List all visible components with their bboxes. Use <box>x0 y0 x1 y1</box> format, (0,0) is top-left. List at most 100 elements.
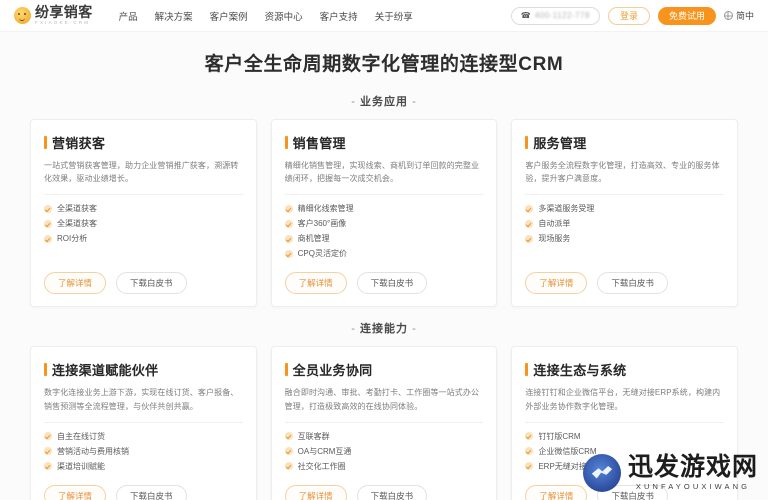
learn-more-button[interactable]: 了解详情 <box>284 272 347 295</box>
check-circle-icon <box>44 432 52 441</box>
card-title-row: 销售管理 <box>284 133 484 152</box>
card-divider <box>44 194 243 196</box>
main-navigation: 产品 解决方案 客户案例 资源中心 客户支持 关于纷享 <box>119 9 413 23</box>
section-title-business: 业务应用 <box>360 96 408 108</box>
free-trial-button[interactable]: 免费试用 <box>657 6 716 25</box>
learn-more-button[interactable]: 了解详情 <box>525 272 588 295</box>
feature-label: OA与CRM互通 <box>297 446 352 456</box>
card-title-text: 连接生态与系统 <box>533 363 627 379</box>
nav-item-cases[interactable]: 客户案例 <box>210 9 248 23</box>
nav-item-products[interactable]: 产品 <box>119 9 138 23</box>
check-circle-icon <box>284 234 293 243</box>
card-description: 数字化连接业务上游下游，实现在线订货、客户报备、销售预测等全流程管理，与伙伴共创… <box>44 388 239 411</box>
feature-label: ROI分析 <box>57 234 88 244</box>
check-circle-icon <box>525 447 534 456</box>
nav-item-solutions[interactable]: 解决方案 <box>155 9 193 23</box>
check-circle-icon <box>525 234 534 243</box>
feature-item: ROI分析 <box>44 233 243 244</box>
check-circle-icon <box>284 432 293 441</box>
card-channel-partners[interactable]: 连接渠道赋能伙伴 数字化连接业务上游下游，实现在线订货、客户报备、销售预测等全流… <box>30 346 257 500</box>
learn-more-button[interactable]: 了解详情 <box>44 484 107 500</box>
feature-label: 自动派单 <box>538 219 571 229</box>
download-whitepaper-button[interactable]: 下载白皮书 <box>597 484 668 500</box>
language-label: 简中 <box>735 11 754 21</box>
card-marketing[interactable]: 营销获客 一站式营销获客管理，助力企业营销推广获客，溯源转化效果，驱动业绩增长。… <box>30 119 257 308</box>
card-actions: 了解详情 下载白皮书 <box>525 259 724 295</box>
download-whitepaper-button[interactable]: 下载白皮书 <box>356 272 428 295</box>
feature-label: 精细化线索管理 <box>297 204 354 214</box>
card-divider <box>284 421 484 423</box>
feature-label: 营销活动与费用核销 <box>57 446 129 456</box>
card-actions: 了解详情 下载白皮书 <box>284 472 484 500</box>
title-accent-bar-icon <box>44 136 47 149</box>
section-heading-business: - 业务应用 - <box>0 93 768 109</box>
download-whitepaper-button[interactable]: 下载白皮书 <box>116 272 187 295</box>
phone-number: 400-1122-778 <box>534 11 590 20</box>
title-accent-bar-icon <box>44 363 47 377</box>
card-title-row: 营销获客 <box>44 133 243 152</box>
nav-item-support[interactable]: 客户支持 <box>320 9 358 23</box>
card-ecosystem[interactable]: 连接生态与系统 连接钉钉和企业微信平台，无缝对接ERP系统，构建内外部业务协作数… <box>511 346 738 500</box>
header-actions: ☎ 400-1122-778 登录 免费试用 简中 <box>510 6 754 25</box>
check-circle-icon <box>525 462 534 471</box>
feature-label: 自主在线订货 <box>57 431 105 441</box>
feature-list: 互联客群 OA与CRM互通 社交化工作圈 <box>284 431 484 472</box>
check-circle-icon <box>284 447 293 456</box>
feature-list: 全渠道获客 全渠道获客 ROI分析 <box>44 203 243 244</box>
check-circle-icon <box>284 204 293 213</box>
feature-item: 自动派单 <box>525 218 724 229</box>
section-dash-right: - <box>412 96 417 108</box>
language-switcher[interactable]: 简中 <box>723 9 754 22</box>
login-button[interactable]: 登录 <box>607 6 650 25</box>
learn-more-button[interactable]: 了解详情 <box>525 484 588 500</box>
feature-item: 渠道培训赋能 <box>44 461 243 472</box>
feature-item: 社交化工作圈 <box>284 461 484 472</box>
section-dash-left: - <box>351 96 356 108</box>
feature-item: 互联客群 <box>284 431 484 442</box>
feature-item: CPQ灵活定价 <box>284 248 484 259</box>
title-accent-bar-icon <box>525 136 529 149</box>
learn-more-button[interactable]: 了解详情 <box>284 484 347 500</box>
logo-subtitle: FXIAOKE CRM <box>35 20 91 26</box>
phone-contact[interactable]: ☎ 400-1122-778 <box>510 6 600 25</box>
card-description: 融合即时沟通、审批、考勤打卡、工作圈等一站式办公管理，打造极致高效的在线协同体验… <box>284 388 480 411</box>
download-whitepaper-button[interactable]: 下载白皮书 <box>597 272 668 295</box>
card-description: 一站式营销获客管理，助力企业营销推广获客，溯源转化效果，驱动业绩增长。 <box>44 161 239 184</box>
card-service[interactable]: 服务管理 客户服务全流程数字化管理，打造高效、专业的服务体验，提升客户满意度。 … <box>511 119 738 308</box>
feature-list: 多渠道服务受理 自动派单 现场服务 <box>525 203 724 244</box>
download-whitepaper-button[interactable]: 下载白皮书 <box>116 484 187 500</box>
card-divider <box>525 194 724 196</box>
title-accent-bar-icon <box>525 363 529 377</box>
card-actions: 了解详情 下载白皮书 <box>44 472 243 500</box>
site-logo[interactable]: 纷享销客 FXIAOKE CRM <box>14 5 93 26</box>
feature-list: 精细化线索管理 客户360°画像 商机管理 CPQ灵活定价 <box>284 203 484 259</box>
card-actions: 了解详情 下载白皮书 <box>284 259 484 295</box>
check-circle-icon <box>44 204 52 213</box>
card-title-row: 连接渠道赋能伙伴 <box>44 360 243 379</box>
feature-label: 互联客群 <box>297 431 330 441</box>
check-circle-icon <box>44 234 52 243</box>
card-title-text: 营销获客 <box>52 136 106 151</box>
nav-item-about[interactable]: 关于纷享 <box>375 9 413 23</box>
phone-icon: ☎ <box>520 11 531 20</box>
feature-item: 企业微信版CRM <box>525 446 724 457</box>
check-circle-icon <box>525 432 534 441</box>
feature-item: 全渠道获客 <box>44 203 243 214</box>
feature-item: 自主在线订货 <box>44 431 243 442</box>
card-sales[interactable]: 销售管理 精细化销售管理，实现线索、商机到订单回款的完整业绩闭环，把握每一次成交… <box>270 119 498 308</box>
nav-item-resources[interactable]: 资源中心 <box>265 9 303 23</box>
card-grid-business: 营销获客 一站式营销获客管理，助力企业营销推广获客，溯源转化效果，驱动业绩增长。… <box>0 119 768 308</box>
check-circle-icon <box>44 447 52 456</box>
feature-label: 现场服务 <box>538 234 571 244</box>
download-whitepaper-button[interactable]: 下载白皮书 <box>356 484 428 500</box>
feature-list: 钉钉版CRM 企业微信版CRM ERP无缝对接 <box>525 431 724 472</box>
feature-item: 多渠道服务受理 <box>525 203 724 214</box>
card-divider <box>284 194 484 196</box>
card-collaboration[interactable]: 全员业务协同 融合即时沟通、审批、考勤打卡、工作圈等一站式办公管理，打造极致高效… <box>270 346 498 500</box>
feature-item: 客户360°画像 <box>284 218 484 229</box>
check-circle-icon <box>44 219 52 228</box>
feature-item: 营销活动与费用核销 <box>44 446 243 457</box>
check-circle-icon <box>284 219 293 228</box>
feature-item: 精细化线索管理 <box>284 203 484 214</box>
learn-more-button[interactable]: 了解详情 <box>44 272 107 295</box>
